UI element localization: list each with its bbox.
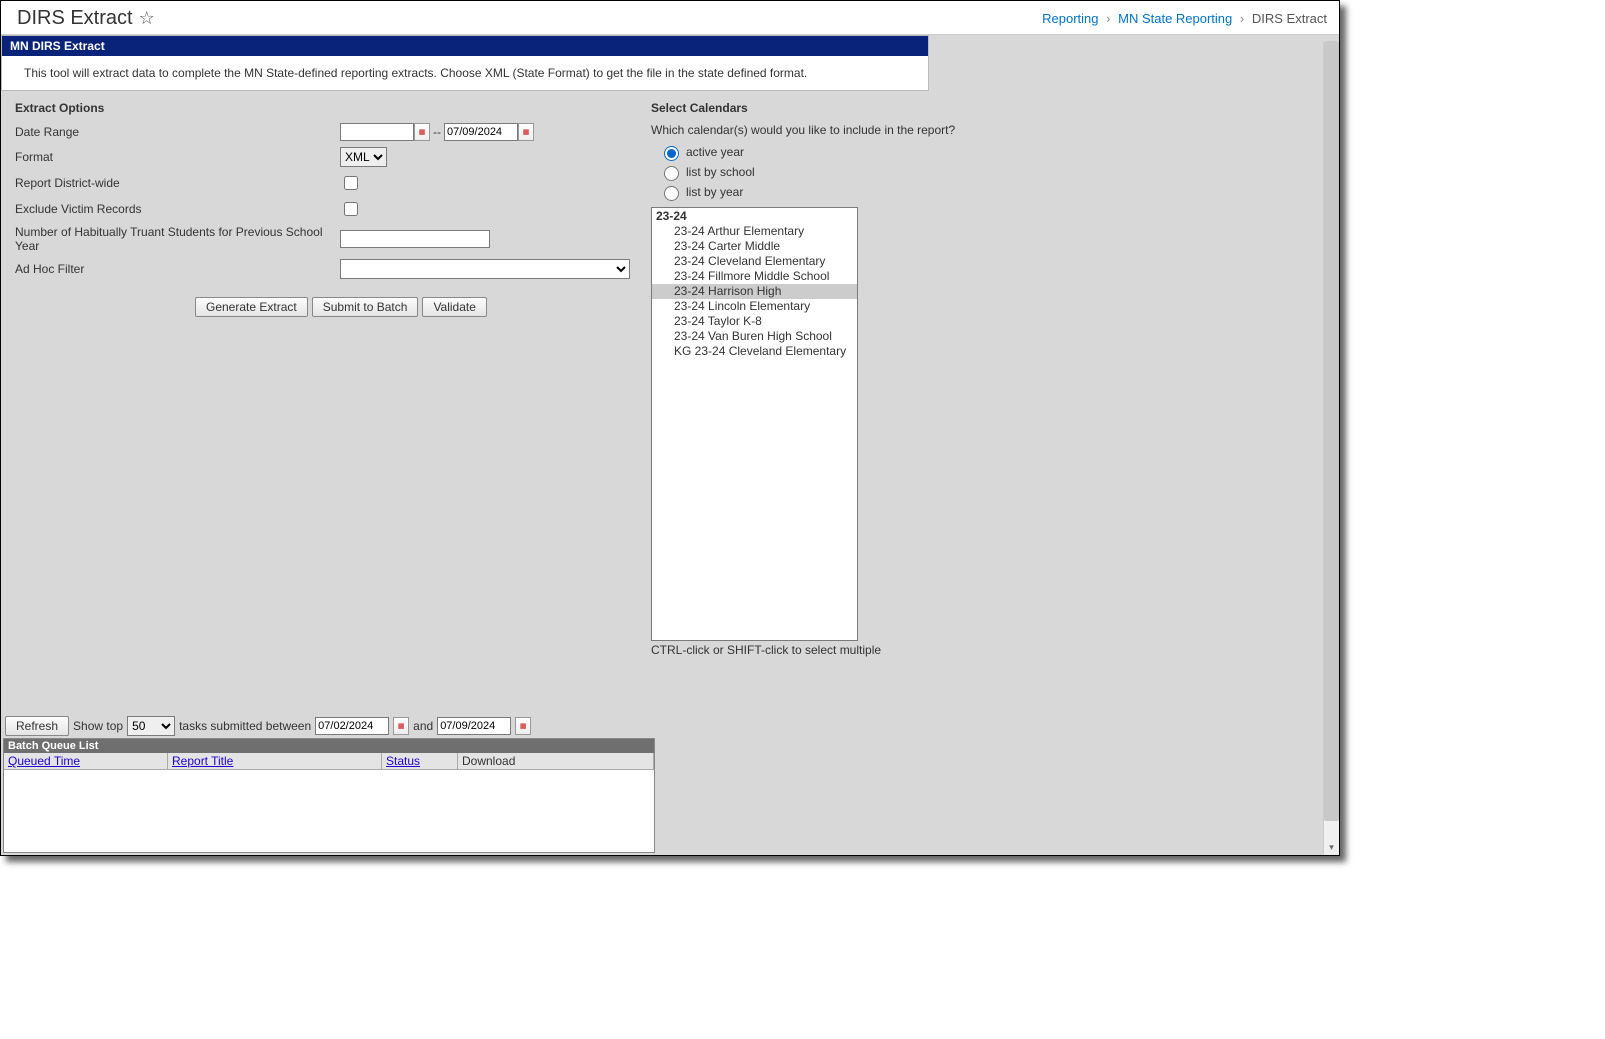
- district-wide-label: Report District-wide: [15, 176, 340, 190]
- calendar-item[interactable]: 23-24 Arthur Elementary: [652, 224, 857, 239]
- col-status[interactable]: Status: [382, 753, 458, 769]
- tasks-between-label: tasks submitted between: [179, 719, 311, 733]
- breadcrumb: Reporting › MN State Reporting › DIRS Ex…: [1042, 11, 1327, 26]
- generate-extract-button[interactable]: Generate Extract: [195, 297, 308, 317]
- date-range-end-input[interactable]: [444, 123, 518, 141]
- calendar-item[interactable]: 23-24 Harrison High: [652, 284, 857, 299]
- calendar-item[interactable]: 23-24 Cleveland Elementary: [652, 254, 857, 269]
- active-year-radio[interactable]: [664, 146, 679, 161]
- calendar-icon[interactable]: ▦: [515, 717, 531, 735]
- list-by-school-radio[interactable]: [664, 166, 679, 181]
- vertical-scrollbar[interactable]: ▾: [1323, 41, 1339, 855]
- district-wide-checkbox[interactable]: [344, 176, 358, 190]
- list-by-year-radio[interactable]: [664, 186, 679, 201]
- refresh-button[interactable]: Refresh: [5, 716, 69, 736]
- date-range-start-input[interactable]: [340, 123, 414, 141]
- validate-button[interactable]: Validate: [422, 297, 486, 317]
- format-select[interactable]: XML: [340, 147, 387, 167]
- chevron-right-icon: ›: [1106, 11, 1110, 26]
- calendar-group[interactable]: 23-24: [652, 208, 857, 224]
- batch-and-label: and: [413, 719, 433, 733]
- col-report-title[interactable]: Report Title: [168, 753, 382, 769]
- list-by-year-label: list by year: [686, 185, 743, 199]
- calendar-icon[interactable]: ▦: [414, 123, 430, 141]
- calendar-item[interactable]: KG 23-24 Cleveland Elementary: [652, 344, 857, 359]
- adhoc-label: Ad Hoc Filter: [15, 262, 340, 276]
- date-range-label: Date Range: [15, 125, 340, 139]
- breadcrumb-reporting[interactable]: Reporting: [1042, 11, 1098, 26]
- col-download: Download: [458, 753, 654, 769]
- calendar-listbox[interactable]: 23-24 23-24 Arthur Elementary 23-24 Cart…: [651, 207, 858, 641]
- submit-to-batch-button[interactable]: Submit to Batch: [312, 297, 419, 317]
- calendar-icon[interactable]: ▦: [393, 717, 409, 735]
- list-by-school-label: list by school: [686, 165, 755, 179]
- adhoc-select[interactable]: [340, 259, 630, 279]
- calendar-item[interactable]: 23-24 Fillmore Middle School: [652, 269, 857, 284]
- chevron-right-icon: ›: [1240, 11, 1244, 26]
- tool-header: MN DIRS Extract: [2, 36, 928, 56]
- tool-description: This tool will extract data to complete …: [2, 56, 928, 90]
- batch-queue-title: Batch Queue List: [4, 739, 654, 753]
- show-top-select[interactable]: 50: [127, 716, 175, 736]
- calendar-multiselect-hint: CTRL-click or SHIFT-click to select mult…: [641, 643, 1321, 657]
- calendar-icon[interactable]: ▦: [518, 123, 534, 141]
- page-title: DIRS Extract: [17, 7, 133, 30]
- truant-label: Number of Habitually Truant Students for…: [15, 225, 340, 253]
- breadcrumb-current: DIRS Extract: [1252, 11, 1327, 26]
- format-label: Format: [15, 150, 340, 164]
- col-queued-time[interactable]: Queued Time: [4, 753, 168, 769]
- scrollbar-thumb[interactable]: [1324, 41, 1339, 821]
- extract-options-title: Extract Options: [5, 101, 641, 115]
- exclude-victim-label: Exclude Victim Records: [15, 202, 340, 216]
- scroll-down-arrow-icon[interactable]: ▾: [1324, 839, 1339, 855]
- exclude-victim-checkbox[interactable]: [344, 202, 358, 216]
- breadcrumb-state-reporting[interactable]: MN State Reporting: [1118, 11, 1232, 26]
- calendar-item[interactable]: 23-24 Taylor K-8: [652, 314, 857, 329]
- calendar-question: Which calendar(s) would you like to incl…: [641, 123, 1321, 137]
- batch-date-start-input[interactable]: [315, 717, 389, 735]
- truant-input[interactable]: [340, 230, 490, 248]
- show-top-label: Show top: [73, 719, 123, 733]
- favorite-star-icon[interactable]: ☆: [139, 8, 155, 29]
- active-year-label: active year: [686, 145, 744, 159]
- calendar-item[interactable]: 23-24 Van Buren High School: [652, 329, 857, 344]
- batch-queue-body: [4, 770, 654, 852]
- date-range-separator: --: [433, 125, 441, 139]
- batch-date-end-input[interactable]: [437, 717, 511, 735]
- calendar-item[interactable]: 23-24 Lincoln Elementary: [652, 299, 857, 314]
- select-calendars-title: Select Calendars: [641, 101, 1321, 115]
- calendar-item[interactable]: 23-24 Carter Middle: [652, 239, 857, 254]
